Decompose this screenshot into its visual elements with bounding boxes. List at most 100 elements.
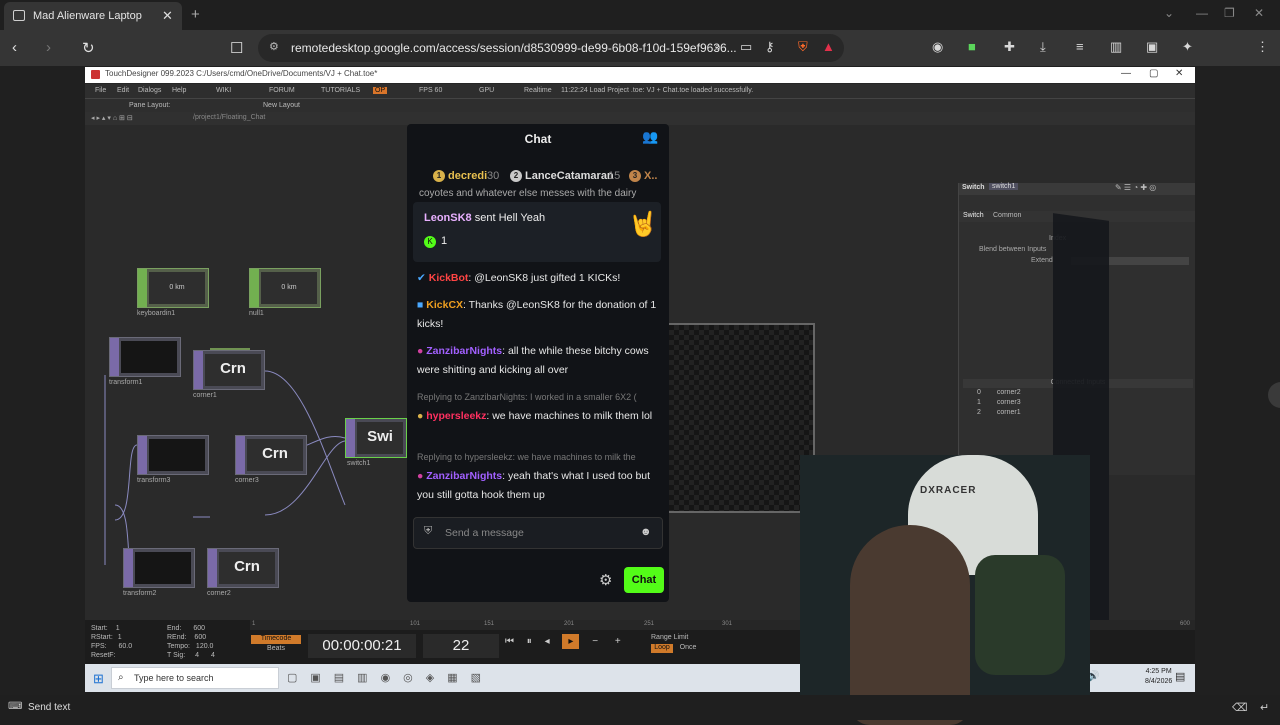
- node-transform2[interactable]: [123, 548, 195, 588]
- close-window-icon[interactable]: ✕: [1254, 6, 1264, 20]
- site-info-icon[interactable]: ⚙: [269, 40, 279, 53]
- chat-send-button[interactable]: Chat: [624, 567, 664, 593]
- extension-b-icon[interactable]: ■: [968, 39, 976, 54]
- maximize-icon[interactable]: ❐: [1224, 6, 1235, 20]
- td-close-icon[interactable]: ✕: [1175, 68, 1183, 79]
- play-icon[interactable]: ▸: [562, 634, 580, 649]
- menu-op[interactable]: OP: [373, 87, 388, 94]
- chat-settings-icon[interactable]: ⚙: [599, 571, 612, 589]
- taskbar-clock[interactable]: 4:25 PM 8/4/2026: [1145, 667, 1172, 687]
- emote-icon[interactable]: ☻: [640, 526, 652, 538]
- menu-file[interactable]: File: [95, 87, 106, 94]
- node-transform1[interactable]: [109, 337, 181, 377]
- leaderboard-name[interactable]: LanceCatamaran: [525, 170, 614, 182]
- chat-message[interactable]: Replying to hypersleekz: we have machine…: [417, 448, 663, 505]
- params-header-bar: Switch switch1 ✎ ☰ ◔ ✚ ◎: [959, 183, 1195, 195]
- enter-icon[interactable]: ↵: [1260, 701, 1269, 714]
- menu-forum[interactable]: FORUM: [269, 87, 295, 94]
- minus-icon[interactable]: −: [592, 636, 598, 647]
- download-icon[interactable]: ⤓: [1040, 39, 1046, 55]
- output-viewer[interactable]: [667, 323, 815, 513]
- sidebar-icon[interactable]: ▥: [1110, 39, 1122, 55]
- beats-toggle[interactable]: Beats: [251, 645, 301, 654]
- notifications-icon[interactable]: ▤: [1175, 670, 1185, 683]
- menu-wiki[interactable]: WIKI: [216, 87, 231, 94]
- menu-tutorials[interactable]: TUTORIALS: [321, 87, 360, 94]
- menu-help[interactable]: Help: [172, 87, 186, 94]
- pause-icon[interactable]: ⏸: [527, 636, 532, 647]
- timecode-field[interactable]: 00:00:00:21: [308, 634, 416, 658]
- node-keyboardin1[interactable]: 0 km: [137, 268, 209, 308]
- chat-sender[interactable]: ZanzibarNights: [426, 470, 502, 482]
- menu-dialogs[interactable]: Dialogs: [138, 87, 161, 94]
- step-back-icon[interactable]: ◂: [545, 636, 550, 647]
- node-corner1[interactable]: Crn: [193, 350, 265, 390]
- menu-icon[interactable]: ⋮: [1256, 39, 1269, 55]
- timecode-toggle[interactable]: Timecode: [251, 635, 301, 644]
- extension-a-icon[interactable]: ◉: [932, 39, 943, 55]
- backspace-icon[interactable]: ⌫: [1232, 701, 1248, 714]
- zoom-icon[interactable]: ⌕: [714, 39, 721, 55]
- node-corner3[interactable]: Crn: [235, 435, 307, 475]
- taskbar-pinned-apps[interactable]: ▢▣▤▥◉◎◈▦▧: [287, 671, 494, 684]
- node-switch1[interactable]: Swi: [345, 418, 407, 458]
- chat-sender[interactable]: KickCX: [426, 299, 463, 311]
- chat-message[interactable]: ✔ KickBot: @LeonSK8 just gifted 1 KICKs!: [417, 269, 663, 288]
- brave-shield-icon[interactable]: ⛨: [798, 39, 808, 55]
- node-corner1-viewer: Crn: [205, 354, 261, 386]
- menu-realtime[interactable]: Realtime: [524, 87, 552, 94]
- new-tab-icon[interactable]: +: [191, 6, 200, 23]
- rewind-icon[interactable]: ⏮: [505, 636, 514, 647]
- leaderboard-name[interactable]: X..: [644, 170, 657, 182]
- chat-sender[interactable]: ZanzibarNights: [426, 345, 502, 357]
- leaderboard-name[interactable]: decredi: [448, 170, 487, 182]
- chat-message[interactable]: Replying to ZanzibarNights: I worked in …: [417, 388, 663, 426]
- menu-edit[interactable]: Edit: [117, 87, 129, 94]
- extensions-puzzle-icon[interactable]: ✚: [1004, 39, 1015, 55]
- subscriber-badge-icon: ●: [417, 470, 424, 482]
- send-text-button[interactable]: Send text: [28, 702, 70, 713]
- chat-message-input[interactable]: ⛨ Send a message ☻: [413, 517, 663, 549]
- plus-icon[interactable]: +: [615, 636, 621, 647]
- brave-rewards-icon[interactable]: ▲: [822, 39, 835, 54]
- chat-users-icon[interactable]: 👥: [642, 129, 658, 145]
- node-corner2-label: corner2: [207, 590, 231, 597]
- minimize-icon[interactable]: —: [1196, 6, 1208, 20]
- td-maximize-icon[interactable]: ▢: [1149, 68, 1158, 79]
- once-toggle[interactable]: Once: [677, 644, 699, 653]
- node-transform3[interactable]: [137, 435, 209, 475]
- leo-ai-icon[interactable]: ✦: [1182, 39, 1193, 55]
- params-toolbar-icons[interactable]: ✎ ☰ ◔ ✚ ◎: [1115, 183, 1156, 192]
- chat-message[interactable]: ● ZanzibarNights: all the while these bi…: [417, 342, 663, 380]
- browser-tab[interactable]: Mad Alienware Laptop ✕: [4, 2, 182, 30]
- address-bar[interactable]: ⚙ remotedesktop.google.com/access/sessio…: [258, 34, 844, 62]
- node-corner2[interactable]: Crn: [207, 548, 279, 588]
- forward-icon[interactable]: ›: [46, 39, 51, 56]
- td-minimize-icon[interactable]: —: [1121, 68, 1131, 79]
- chat-message-text: : we have machines to milk them lol: [486, 410, 653, 422]
- node-null1[interactable]: 0 km: [249, 268, 321, 308]
- chat-message[interactable]: ■ KickCX: Thanks @LeonSK8 for the donati…: [417, 296, 663, 334]
- taskbar-search-box[interactable]: ⌕ Type here to search: [111, 667, 279, 689]
- params-tab-common[interactable]: Common: [993, 212, 1021, 219]
- frame-field[interactable]: 22: [423, 634, 499, 658]
- windows-start-icon[interactable]: ⊞: [93, 671, 104, 687]
- network-path[interactable]: /project1/Floating_Chat: [193, 114, 265, 121]
- params-op-name[interactable]: switch1: [989, 183, 1019, 190]
- loop-toggle[interactable]: Loop: [651, 644, 673, 653]
- path-nav-icons[interactable]: ◂ ▸ ▴ ▾ ⌂ ⊞ ⊟: [91, 114, 133, 122]
- wallet-icon[interactable]: ▣: [1146, 39, 1158, 55]
- cast-icon[interactable]: ▭: [740, 39, 752, 55]
- params-tab-switch[interactable]: Switch: [963, 212, 984, 219]
- reload-icon[interactable]: ↻: [82, 39, 95, 57]
- tab-search-icon[interactable]: ⌄: [1164, 6, 1174, 20]
- back-icon[interactable]: ‹: [12, 39, 17, 56]
- playlist-icon[interactable]: ≡: [1076, 39, 1084, 54]
- keyboard-icon[interactable]: ⌨: [8, 701, 22, 712]
- close-tab-icon[interactable]: ✕: [162, 8, 173, 24]
- new-layout-button[interactable]: New Layout: [263, 102, 300, 109]
- password-key-icon[interactable]: ⚷: [765, 39, 775, 55]
- chat-sender[interactable]: KickBot: [429, 272, 469, 284]
- bookmark-icon[interactable]: ☐: [230, 39, 243, 57]
- chat-sender[interactable]: hypersleekz: [426, 410, 486, 422]
